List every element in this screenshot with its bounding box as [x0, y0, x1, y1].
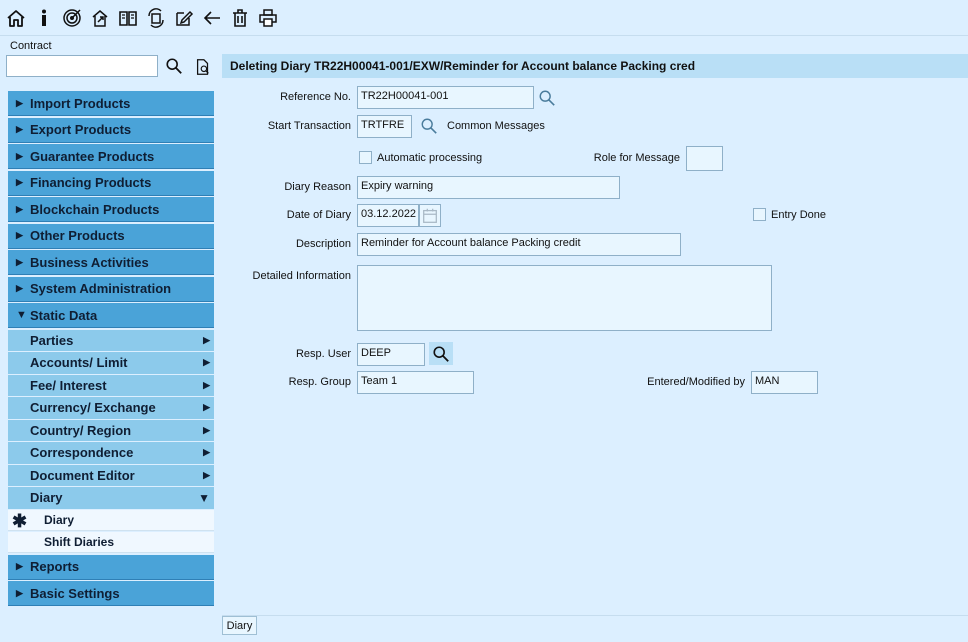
- start-transaction-label: Start Transaction: [267, 120, 351, 132]
- description-label: Description: [295, 238, 351, 250]
- sidebar-nav: ▶ Import Products ▶ Export Products ▶ Guara…: [8, 91, 214, 608]
- trash-icon[interactable]: [229, 7, 251, 29]
- date-of-diary-field[interactable]: 03.12.2022: [357, 204, 419, 227]
- target-icon[interactable]: [61, 7, 83, 29]
- page-title: Deleting Diary TR22H00041-001/EXW/Remind…: [222, 54, 968, 78]
- export-arrows-icon[interactable]: [89, 7, 111, 29]
- reference-search-icon[interactable]: [538, 89, 556, 107]
- description-field[interactable]: Reminder for Account balance Packing cre…: [357, 233, 681, 256]
- common-messages-text: Common Messages: [447, 120, 545, 132]
- book-icon[interactable]: [117, 7, 139, 29]
- sidebar-item-business-activities[interactable]: ▶ Business Activities: [8, 250, 214, 275]
- sidebar-item-blockchain-products[interactable]: ▶ Blockchain Products: [8, 197, 214, 222]
- sidebar-item-system-administration[interactable]: ▶ System Administration: [8, 276, 214, 302]
- sidebar-item-basic-settings[interactable]: ▶ Basic Settings: [8, 581, 214, 606]
- resp-group-label: Resp. Group: [288, 376, 351, 388]
- date-of-diary-label: Date of Diary: [286, 209, 351, 221]
- entry-done-checkbox[interactable]: [753, 208, 766, 221]
- sidebar-item-import-products[interactable]: ▶ Import Products: [8, 91, 214, 116]
- entered-modified-by-field[interactable]: MAN: [751, 371, 818, 394]
- info-icon[interactable]: [33, 7, 55, 29]
- resp-group-field[interactable]: Team 1: [357, 371, 474, 394]
- start-transaction-field[interactable]: TRTFRE: [357, 115, 412, 138]
- edit-icon[interactable]: [173, 7, 195, 29]
- document-search-icon[interactable]: [193, 57, 213, 77]
- sidebar-subitem-country-region[interactable]: Country/ Region ▶: [8, 419, 214, 441]
- diary-reason-field[interactable]: Expiry warning: [357, 176, 620, 199]
- tab-diary[interactable]: Diary: [222, 616, 257, 635]
- automatic-processing-checkbox[interactable]: [359, 151, 372, 164]
- sidebar-subitem-parties[interactable]: Parties ▶: [8, 329, 214, 351]
- detailed-information-label: Detailed Information: [252, 270, 351, 282]
- sidebar-leaf-shift-diaries[interactable]: Shift Diaries: [8, 531, 214, 553]
- sidebar-subitem-diary[interactable]: Diary ▼: [8, 487, 214, 509]
- resp-user-label: Resp. User: [295, 348, 351, 360]
- resp-user-search-icon[interactable]: [429, 342, 453, 365]
- entry-done-label: Entry Done: [771, 209, 827, 221]
- entered-modified-by-label: Entered/Modified by: [647, 376, 745, 388]
- search-icon[interactable]: [164, 56, 184, 76]
- toolbar: [0, 0, 968, 36]
- main-panel: Deleting Diary TR22H00041-001/EXW/Remind…: [222, 54, 968, 614]
- sidebar-subitem-document-editor[interactable]: Document Editor ▶: [8, 464, 214, 486]
- sidebar-leaf-diary[interactable]: ✱ Diary: [8, 509, 214, 531]
- resp-user-field[interactable]: DEEP: [357, 343, 425, 366]
- detailed-information-textarea[interactable]: [357, 265, 772, 331]
- contract-input[interactable]: [6, 55, 158, 77]
- sidebar-item-reports[interactable]: ▶ Reports: [8, 554, 214, 580]
- role-for-message-field[interactable]: [686, 146, 723, 171]
- sidebar-subitem-fee-interest[interactable]: Fee/ Interest ▶: [8, 374, 214, 396]
- automatic-processing-label: Automatic processing: [377, 152, 483, 164]
- bottom-divider: [222, 615, 968, 616]
- reference-no-label: Reference No.: [280, 91, 351, 103]
- sidebar-item-static-data[interactable]: ▼ Static Data: [8, 303, 214, 328]
- sidebar-subitem-accounts-limit[interactable]: Accounts/ Limit ▶: [8, 352, 214, 374]
- refresh-document-icon[interactable]: [145, 7, 167, 29]
- back-arrow-icon[interactable]: [201, 7, 223, 29]
- calendar-icon[interactable]: [419, 204, 441, 227]
- reference-no-field[interactable]: TR22H00041-001: [357, 86, 534, 109]
- print-icon[interactable]: [257, 7, 279, 29]
- sidebar-item-other-products[interactable]: ▶ Other Products: [8, 223, 214, 249]
- active-marker-icon: ✱: [12, 510, 28, 531]
- home-icon[interactable]: [5, 7, 27, 29]
- role-for-message-label: Role for Message: [593, 152, 680, 164]
- sidebar-item-financing-products[interactable]: ▶ Financing Products: [8, 170, 214, 196]
- transaction-search-icon[interactable]: [420, 117, 438, 135]
- sidebar-item-guarantee-products[interactable]: ▶ Guarantee Products: [8, 144, 214, 169]
- sidebar-item-export-products[interactable]: ▶ Export Products: [8, 117, 214, 143]
- sidebar-subitem-currency-exchange[interactable]: Currency/ Exchange ▶: [8, 397, 214, 419]
- diary-reason-label: Diary Reason: [284, 181, 351, 193]
- contract-label: Contract: [10, 40, 52, 52]
- sidebar-subitem-correspondence[interactable]: Correspondence ▶: [8, 442, 214, 464]
